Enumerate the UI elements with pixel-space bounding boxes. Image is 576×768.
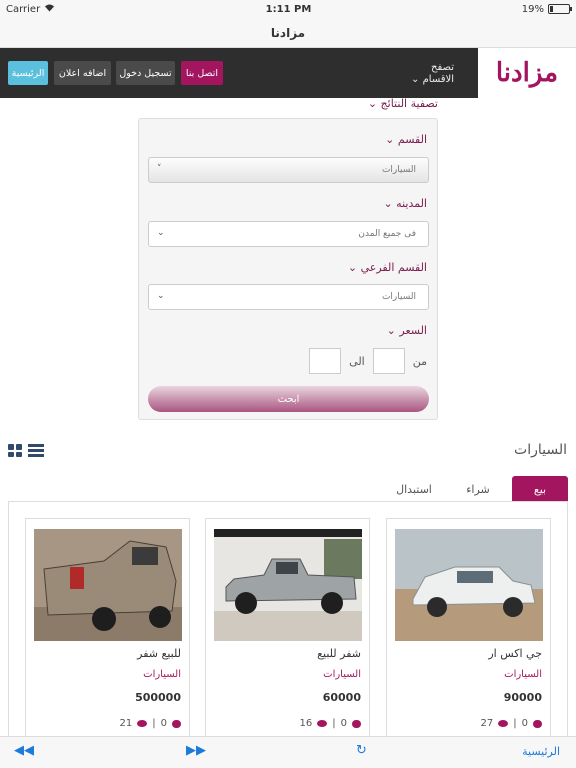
comment-icon [533,719,542,728]
browser-toolbar: ◀◀ ▶▶ ↻ الرئيسية [0,736,576,768]
eye-icon [137,720,148,727]
listing-category[interactable]: السيارات [504,669,542,680]
browse-label: تصفح [431,62,454,73]
city-select-value: فى جميع المدن [358,229,416,239]
status-bar: Carrier 1:11 PM 19% [0,0,576,18]
contact-button[interactable]: اتصل بنا [181,61,223,85]
category-select-value: السيارات [381,165,416,175]
listing-photo[interactable] [395,529,543,641]
grid-view-icon[interactable] [8,444,22,457]
listing-price: 90000 [503,691,542,704]
clock: 1:11 PM [265,3,312,15]
carrier-label: Carrier [6,3,41,15]
login-button[interactable]: تسجيل دخول [116,61,175,85]
list-view-icon[interactable] [28,444,44,457]
battery-icon [547,4,572,14]
home-button[interactable]: الرئيسية [8,61,48,85]
view-count: 27 [480,718,494,729]
chevron-down-icon: ⌄ [383,197,393,210]
listing-category[interactable]: السيارات [143,669,181,680]
site-logo[interactable]: مزادنا [478,48,576,98]
filter-results-toggle[interactable]: ⌄ تصفية النتائج [368,97,438,110]
listing-stats: 21 | 0 [120,718,181,729]
page-title: مزادنا [0,18,576,48]
eye-icon [498,720,509,727]
filter-panel: ⌄ القسم ˅ السيارات ⌄ المدينه ⌄ فى جميع ا… [138,118,438,420]
from-label: من [412,354,427,368]
listing-title[interactable]: للبيع شفر [137,647,181,660]
comment-icon [172,719,181,728]
fast-forward-icon[interactable]: ▶▶ [186,743,206,758]
filter-title: تصفية النتائج [380,97,438,110]
search-button[interactable]: ابحث [148,386,429,412]
price-from-input[interactable] [372,348,405,374]
chevron-down-icon: ⌄ [157,291,165,301]
chevron-down-icon: ˅ [157,164,162,174]
browse-categories-menu[interactable]: تصفح ⌄ الاقسام [411,62,454,86]
subcategory-label-text: القسم الفرعي [360,261,427,274]
comment-count: 0 [160,718,167,729]
city-select[interactable]: ⌄ فى جميع المدن [148,221,429,247]
comment-count: 0 [521,718,528,729]
listing-card[interactable]: للبيع شفر السيارات 500000 21 | 0 [25,518,190,748]
chevron-down-icon: ⌄ [367,97,378,110]
comment-icon [352,719,361,728]
rewind-icon[interactable]: ◀◀ [14,743,34,758]
listing-card[interactable]: جي اكس ار السيارات 90000 27 | 0 [386,518,551,748]
tab-sell[interactable]: بيع [512,476,568,502]
battery-percent: 19% [521,3,544,15]
view-toggle [8,444,44,457]
category-label-text: القسم [397,133,427,146]
price-range: الى من [309,348,427,374]
refresh-icon[interactable]: ↻ [356,743,367,758]
city-label-text: المدينه [396,197,427,210]
listing-photo[interactable] [34,529,182,641]
toolbar-home-link[interactable]: الرئيسية [522,745,560,758]
subcategory-select-value: السيارات [381,292,416,302]
add-ad-button[interactable]: اضافه اعلان [54,61,111,85]
price-label: ⌄ السعر [387,324,427,337]
section-title: السيارات [514,442,567,458]
listing-price: 500000 [135,691,181,704]
listing-stats: 16 | 0 [300,718,361,729]
comment-count: 0 [340,718,347,729]
category-label: ⌄ القسم [385,133,427,146]
stats-separator: | [152,718,156,729]
subcategory-select[interactable]: ⌄ السيارات [148,284,429,310]
chevron-down-icon: ⌄ [386,324,396,337]
chevron-down-icon: ⌄ [385,133,395,146]
stats-separator: | [332,718,336,729]
view-count: 21 [119,718,133,729]
category-select[interactable]: ˅ السيارات [148,157,429,183]
listing-card[interactable]: شفر للبيع السيارات 60000 16 | 0 [205,518,370,748]
chevron-down-icon: ⌄ [157,228,165,238]
listing-title[interactable]: شفر للبيع [317,647,361,660]
listing-title[interactable]: جي اكس ار [488,647,542,660]
listing-photo[interactable] [214,529,362,641]
eye-icon [317,720,328,727]
tab-exchange[interactable]: استبدال [384,476,444,502]
tab-buy[interactable]: شراء [458,476,498,502]
view-count: 16 [299,718,313,729]
listing-price: 60000 [322,691,361,704]
logo-text: مزادنا [495,58,559,88]
to-label: الى [349,354,365,368]
chevron-down-icon: ⌄ [347,261,358,274]
site-header: مزادنا تصفح ⌄ الاقسام الرئيسية اضافه اعل… [0,48,576,98]
wifi-icon [44,3,55,15]
price-label-text: السعر [399,324,427,337]
categories-label: الاقسام [422,74,454,85]
subcategory-label: ⌄ القسم الفرعي [348,261,427,274]
price-to-input[interactable] [309,348,342,374]
listing-stats: 27 | 0 [481,718,542,729]
city-label: ⌄ المدينه [383,197,427,210]
stats-separator: | [513,718,517,729]
chevron-down-icon: ⌄ [411,74,420,85]
listing-category[interactable]: السيارات [323,669,361,680]
